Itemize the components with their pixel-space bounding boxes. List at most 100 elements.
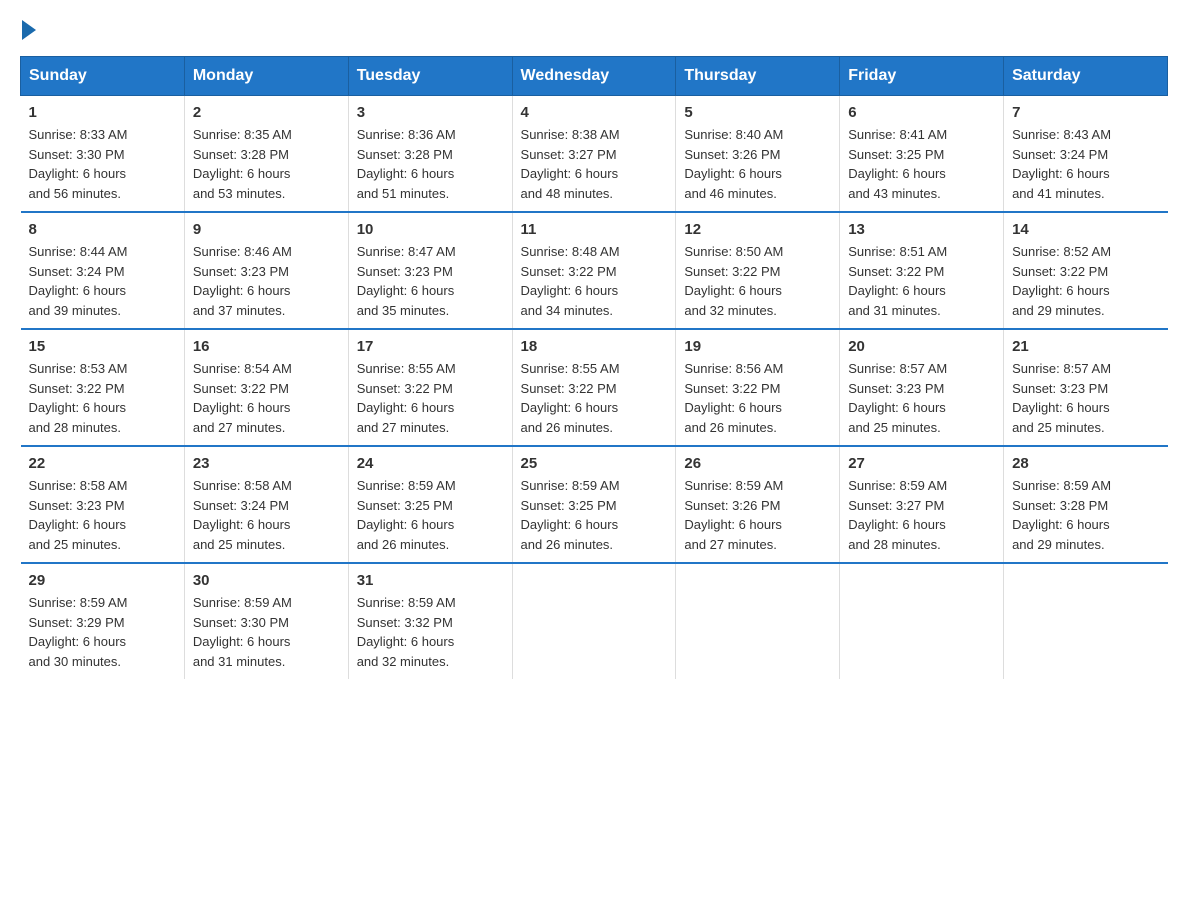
calendar-day-cell: 14 Sunrise: 8:52 AM Sunset: 3:22 PM Dayli… [1004, 212, 1168, 329]
day-number: 3 [357, 104, 504, 121]
calendar-day-cell: 23 Sunrise: 8:58 AM Sunset: 3:24 PM Dayli… [184, 446, 348, 563]
day-number: 28 [1012, 455, 1159, 472]
day-number: 1 [29, 104, 176, 121]
calendar-day-cell: 3 Sunrise: 8:36 AM Sunset: 3:28 PM Daylig… [348, 96, 512, 213]
day-info: Sunrise: 8:55 AM Sunset: 3:22 PM Dayligh… [521, 359, 668, 437]
day-number: 18 [521, 338, 668, 355]
calendar-day-cell: 29 Sunrise: 8:59 AM Sunset: 3:29 PM Dayli… [21, 563, 185, 679]
day-number: 19 [684, 338, 831, 355]
day-number: 16 [193, 338, 340, 355]
calendar-day-cell: 8 Sunrise: 8:44 AM Sunset: 3:24 PM Daylig… [21, 212, 185, 329]
day-number: 7 [1012, 104, 1159, 121]
calendar-day-cell: 9 Sunrise: 8:46 AM Sunset: 3:23 PM Daylig… [184, 212, 348, 329]
calendar-day-cell: 11 Sunrise: 8:48 AM Sunset: 3:22 PM Dayli… [512, 212, 676, 329]
calendar-week-row: 1 Sunrise: 8:33 AM Sunset: 3:30 PM Daylig… [21, 96, 1168, 213]
day-info: Sunrise: 8:36 AM Sunset: 3:28 PM Dayligh… [357, 125, 504, 203]
day-number: 17 [357, 338, 504, 355]
day-info: Sunrise: 8:40 AM Sunset: 3:26 PM Dayligh… [684, 125, 831, 203]
calendar-week-row: 29 Sunrise: 8:59 AM Sunset: 3:29 PM Dayli… [21, 563, 1168, 679]
day-number: 23 [193, 455, 340, 472]
day-number: 8 [29, 221, 176, 238]
calendar-day-cell [676, 563, 840, 679]
day-info: Sunrise: 8:57 AM Sunset: 3:23 PM Dayligh… [848, 359, 995, 437]
calendar-day-cell: 31Sunrise: 8:59 AM Sunset: 3:32 PM Dayli… [348, 563, 512, 679]
calendar-day-cell: 10 Sunrise: 8:47 AM Sunset: 3:23 PM Dayli… [348, 212, 512, 329]
calendar-day-cell: 27Sunrise: 8:59 AM Sunset: 3:27 PM Dayli… [840, 446, 1004, 563]
calendar-week-row: 8 Sunrise: 8:44 AM Sunset: 3:24 PM Daylig… [21, 212, 1168, 329]
calendar-week-row: 15 Sunrise: 8:53 AM Sunset: 3:22 PM Dayli… [21, 329, 1168, 446]
calendar-day-cell: 6 Sunrise: 8:41 AM Sunset: 3:25 PM Daylig… [840, 96, 1004, 213]
day-number: 20 [848, 338, 995, 355]
day-info: Sunrise: 8:41 AM Sunset: 3:25 PM Dayligh… [848, 125, 995, 203]
calendar-day-cell: 28 Sunrise: 8:59 AM Sunset: 3:28 PM Dayli… [1004, 446, 1168, 563]
calendar-day-cell: 12 Sunrise: 8:50 AM Sunset: 3:22 PM Dayli… [676, 212, 840, 329]
weekday-header: Thursday [676, 57, 840, 96]
day-info: Sunrise: 8:50 AM Sunset: 3:22 PM Dayligh… [684, 242, 831, 320]
day-info: Sunrise: 8:56 AM Sunset: 3:22 PM Dayligh… [684, 359, 831, 437]
day-number: 4 [521, 104, 668, 121]
calendar-day-cell: 17 Sunrise: 8:55 AM Sunset: 3:22 PM Dayli… [348, 329, 512, 446]
weekday-header: Tuesday [348, 57, 512, 96]
weekday-header: Saturday [1004, 57, 1168, 96]
calendar-day-cell: 5 Sunrise: 8:40 AM Sunset: 3:26 PM Daylig… [676, 96, 840, 213]
day-number: 10 [357, 221, 504, 238]
day-number: 21 [1012, 338, 1159, 355]
calendar-day-cell [840, 563, 1004, 679]
day-number: 15 [29, 338, 176, 355]
day-info: Sunrise: 8:52 AM Sunset: 3:22 PM Dayligh… [1012, 242, 1159, 320]
calendar-day-cell: 26Sunrise: 8:59 AM Sunset: 3:26 PM Dayli… [676, 446, 840, 563]
day-info: Sunrise: 8:35 AM Sunset: 3:28 PM Dayligh… [193, 125, 340, 203]
page-header [20, 20, 1168, 36]
calendar-week-row: 22Sunrise: 8:58 AM Sunset: 3:23 PM Dayli… [21, 446, 1168, 563]
weekday-header: Monday [184, 57, 348, 96]
calendar-day-cell: 7 Sunrise: 8:43 AM Sunset: 3:24 PM Daylig… [1004, 96, 1168, 213]
day-number: 9 [193, 221, 340, 238]
day-info: Sunrise: 8:33 AM Sunset: 3:30 PM Dayligh… [29, 125, 176, 203]
calendar-day-cell: 1 Sunrise: 8:33 AM Sunset: 3:30 PM Daylig… [21, 96, 185, 213]
day-info: Sunrise: 8:59 AM Sunset: 3:30 PM Dayligh… [193, 593, 340, 671]
day-info: Sunrise: 8:59 AM Sunset: 3:26 PM Dayligh… [684, 476, 831, 554]
day-number: 11 [521, 221, 668, 238]
day-info: Sunrise: 8:54 AM Sunset: 3:22 PM Dayligh… [193, 359, 340, 437]
calendar-day-cell: 22Sunrise: 8:58 AM Sunset: 3:23 PM Dayli… [21, 446, 185, 563]
day-number: 22 [29, 455, 176, 472]
day-number: 6 [848, 104, 995, 121]
calendar-header: SundayMondayTuesdayWednesdayThursdayFrid… [21, 57, 1168, 96]
day-number: 27 [848, 455, 995, 472]
calendar-day-cell [1004, 563, 1168, 679]
day-number: 2 [193, 104, 340, 121]
day-info: Sunrise: 8:55 AM Sunset: 3:22 PM Dayligh… [357, 359, 504, 437]
day-info: Sunrise: 8:58 AM Sunset: 3:24 PM Dayligh… [193, 476, 340, 554]
calendar-day-cell: 21Sunrise: 8:57 AM Sunset: 3:23 PM Dayli… [1004, 329, 1168, 446]
day-info: Sunrise: 8:47 AM Sunset: 3:23 PM Dayligh… [357, 242, 504, 320]
calendar-day-cell: 15 Sunrise: 8:53 AM Sunset: 3:22 PM Dayli… [21, 329, 185, 446]
weekday-header: Friday [840, 57, 1004, 96]
day-info: Sunrise: 8:51 AM Sunset: 3:22 PM Dayligh… [848, 242, 995, 320]
weekday-header: Wednesday [512, 57, 676, 96]
day-info: Sunrise: 8:43 AM Sunset: 3:24 PM Dayligh… [1012, 125, 1159, 203]
calendar-day-cell: 4Sunrise: 8:38 AM Sunset: 3:27 PM Daylig… [512, 96, 676, 213]
day-number: 30 [193, 572, 340, 589]
day-number: 14 [1012, 221, 1159, 238]
day-info: Sunrise: 8:44 AM Sunset: 3:24 PM Dayligh… [29, 242, 176, 320]
day-number: 24 [357, 455, 504, 472]
day-info: Sunrise: 8:59 AM Sunset: 3:29 PM Dayligh… [29, 593, 176, 671]
weekday-header: Sunday [21, 57, 185, 96]
day-number: 25 [521, 455, 668, 472]
day-number: 29 [29, 572, 176, 589]
logo [20, 20, 38, 36]
day-info: Sunrise: 8:46 AM Sunset: 3:23 PM Dayligh… [193, 242, 340, 320]
day-number: 13 [848, 221, 995, 238]
day-number: 5 [684, 104, 831, 121]
day-info: Sunrise: 8:53 AM Sunset: 3:22 PM Dayligh… [29, 359, 176, 437]
calendar-day-cell: 25Sunrise: 8:59 AM Sunset: 3:25 PM Dayli… [512, 446, 676, 563]
calendar-table: SundayMondayTuesdayWednesdayThursdayFrid… [20, 56, 1168, 679]
calendar-day-cell: 24Sunrise: 8:59 AM Sunset: 3:25 PM Dayli… [348, 446, 512, 563]
day-info: Sunrise: 8:59 AM Sunset: 3:28 PM Dayligh… [1012, 476, 1159, 554]
day-number: 12 [684, 221, 831, 238]
calendar-day-cell: 13 Sunrise: 8:51 AM Sunset: 3:22 PM Dayli… [840, 212, 1004, 329]
calendar-day-cell: 30 Sunrise: 8:59 AM Sunset: 3:30 PM Dayli… [184, 563, 348, 679]
calendar-day-cell: 18 Sunrise: 8:55 AM Sunset: 3:22 PM Dayli… [512, 329, 676, 446]
day-info: Sunrise: 8:59 AM Sunset: 3:32 PM Dayligh… [357, 593, 504, 671]
day-info: Sunrise: 8:48 AM Sunset: 3:22 PM Dayligh… [521, 242, 668, 320]
